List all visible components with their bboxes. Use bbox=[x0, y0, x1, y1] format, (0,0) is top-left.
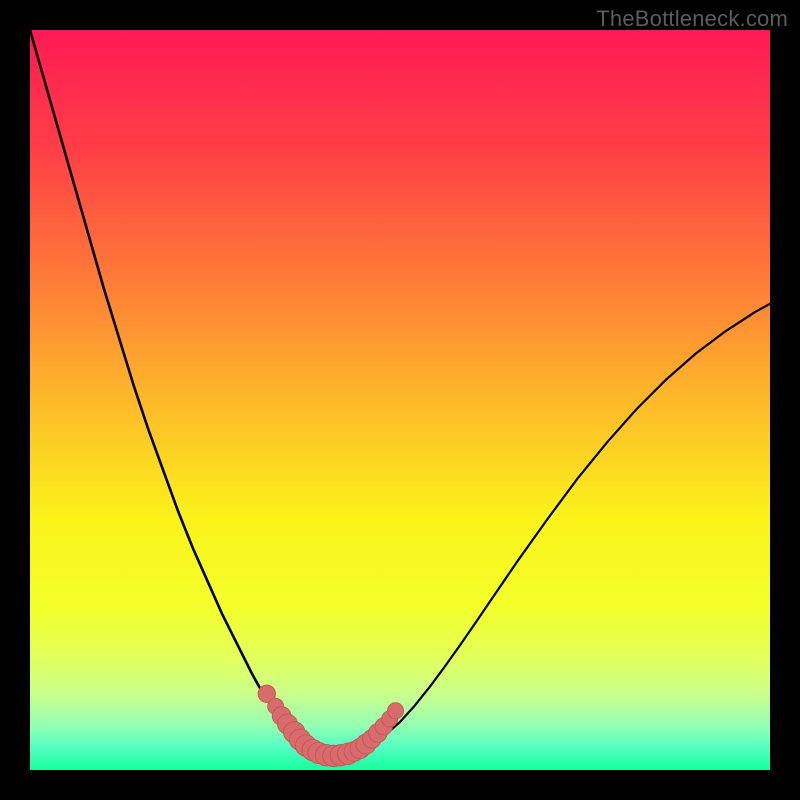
watermark-text: TheBottleneck.com bbox=[596, 6, 788, 32]
data-markers bbox=[258, 685, 403, 766]
chart-frame: TheBottleneck.com bbox=[0, 0, 800, 800]
right-curve bbox=[356, 304, 770, 754]
plot-area bbox=[30, 30, 770, 770]
left-curve bbox=[30, 30, 319, 753]
plot-curves bbox=[30, 30, 770, 770]
